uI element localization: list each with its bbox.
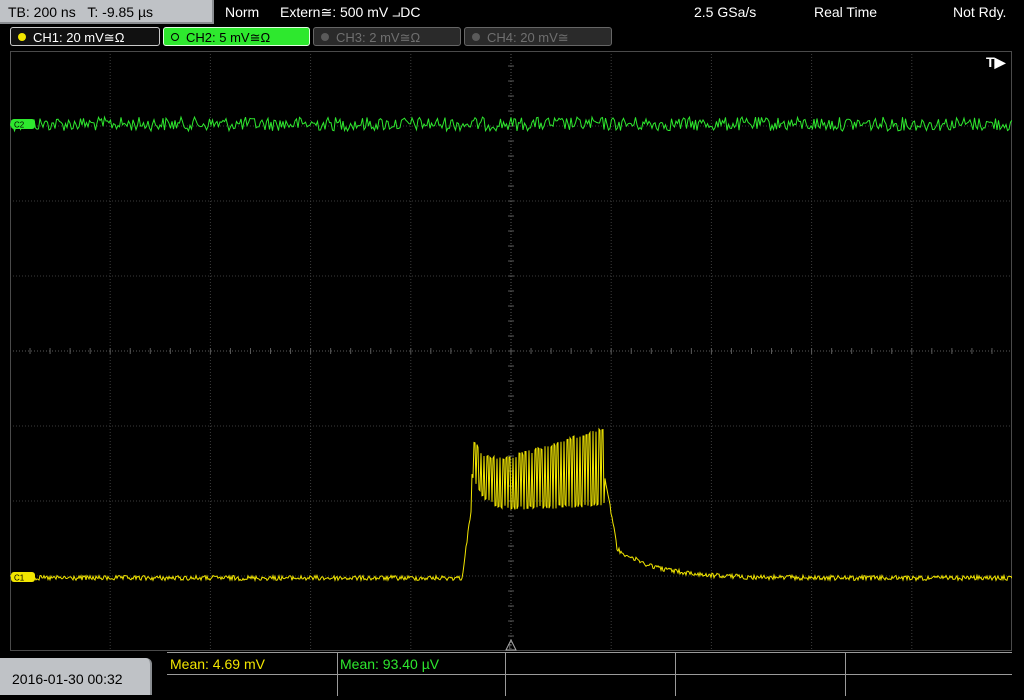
waveform-display[interactable]: C2 C1 T — [10, 51, 1012, 651]
channel-bar: CH1: 20 mV≅Ω CH2: 5 mV≅Ω CH3: 2 mV≅Ω CH4… — [0, 26, 1024, 48]
channel-tab-label: CH1: 20 mV≅Ω — [33, 30, 125, 45]
channel-tab-label: CH2: 5 mV≅Ω — [186, 30, 271, 45]
table-divider — [505, 653, 506, 696]
arrow-right-icon: ▶ — [994, 54, 1006, 70]
channel-tab-ch3[interactable]: CH3: 2 mV≅Ω — [313, 27, 461, 46]
table-divider — [845, 653, 846, 696]
channel-tab-ch2[interactable]: CH2: 5 mV≅Ω — [163, 27, 310, 46]
acquisition-mode-label: Real Time — [814, 4, 878, 20]
trigger-status-label: Not Rdy. — [953, 4, 1007, 20]
table-divider — [337, 653, 338, 696]
ch2-marker-label: C2 — [14, 121, 25, 130]
ch2-offset-marker[interactable]: C2 — [11, 119, 35, 130]
datetime-panel: 2016-01-30 00:32 — [0, 658, 152, 695]
channel-tab-label: CH4: 20 mV≅ — [487, 30, 569, 45]
ch1-marker-label: C1 — [14, 574, 25, 583]
datetime-label: 2016-01-30 00:32 — [12, 671, 123, 687]
table-divider — [675, 653, 676, 696]
trigger-level-indicator: T▶ — [986, 54, 1006, 70]
timebase-panel[interactable]: TB: 200 ns T: -9.85 µs — [0, 0, 214, 24]
measurement-table: Mean: 4.69 mV Mean: 93.40 µV — [167, 652, 1012, 696]
ch1-mean-measurement[interactable]: Mean: 4.69 mV — [170, 654, 265, 674]
sample-rate-label: 2.5 GSa/s — [694, 4, 757, 20]
trigger-time-label: T: -9.85 µs — [87, 4, 154, 20]
table-divider — [167, 674, 1012, 675]
trigger-mode-label: Norm — [225, 4, 260, 20]
channel-tab-ch1[interactable]: CH1: 20 mV≅Ω — [10, 27, 160, 46]
ch1-offset-marker[interactable]: C1 — [11, 572, 35, 583]
channel-tab-ch4[interactable]: CH4: 20 mV≅ — [464, 27, 612, 46]
timebase-label: TB: 200 ns — [8, 4, 76, 20]
channel-dot-icon — [18, 33, 26, 41]
trigger-source-label: Extern≅: 500 mV ⨼DC — [280, 4, 421, 20]
channel-dot-icon — [472, 33, 480, 41]
trigger-marker-label: T — [508, 645, 512, 651]
ch2-mean-measurement[interactable]: Mean: 93.40 µV — [340, 654, 439, 674]
channel-dot-icon — [321, 33, 329, 41]
channel-dot-icon — [171, 33, 179, 41]
channel-tab-label: CH3: 2 mV≅Ω — [336, 30, 421, 45]
trigger-header[interactable]: Norm Extern≅: 500 mV ⨼DC 2.5 GSa/s Real … — [216, 0, 1024, 24]
